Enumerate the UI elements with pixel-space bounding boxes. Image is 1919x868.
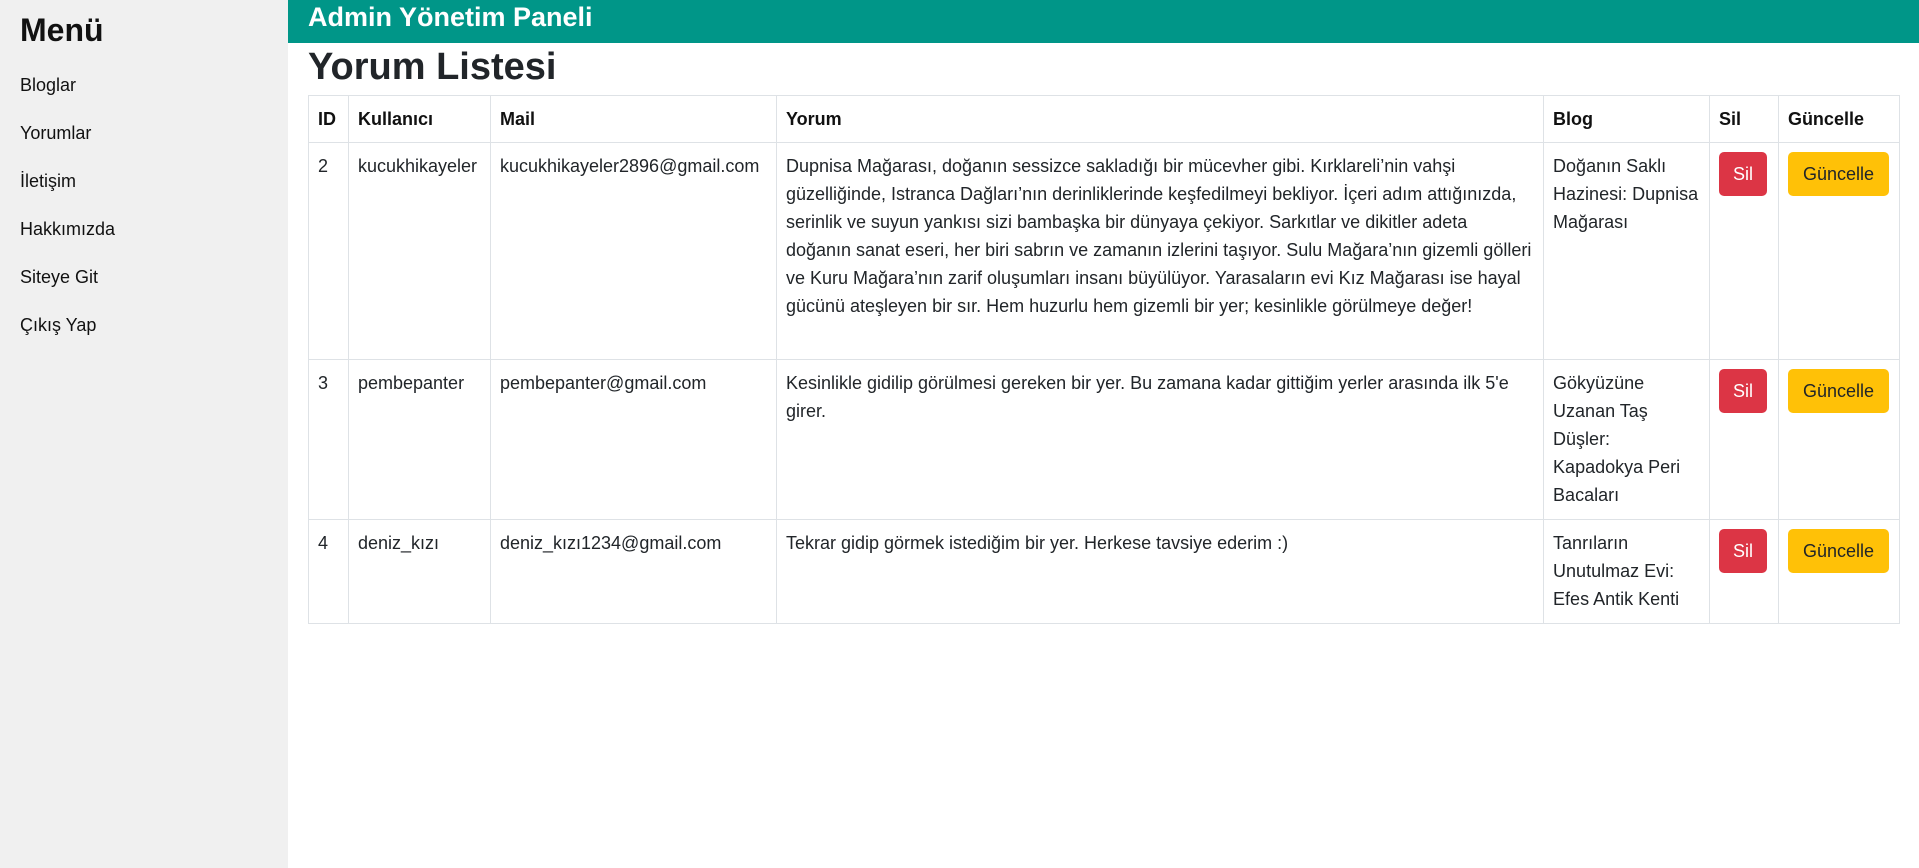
cell-delete: Sil bbox=[1708, 519, 1779, 624]
delete-button[interactable]: Sil bbox=[1718, 529, 1767, 573]
cell-blog: Tanrıların Unutulmaz Evi: Efes Antik Ken… bbox=[1543, 519, 1710, 624]
main-content: Yorum Listesi ID Kullanıcı Mail Yorum Bl… bbox=[308, 43, 1901, 624]
cell-delete: Sil bbox=[1708, 142, 1779, 360]
sidebar-item-siteye-git[interactable]: Siteye Git bbox=[20, 267, 268, 315]
cell-id: 2 bbox=[308, 142, 349, 360]
cell-comment: Tekrar gidip görmek istediğim bir yer. H… bbox=[775, 519, 1545, 624]
cell-delete: Sil bbox=[1708, 359, 1779, 520]
sidebar-menu: Bloglar Yorumlar İletişim Hakkımızda Sit… bbox=[20, 75, 268, 363]
sidebar-title: Menü bbox=[20, 12, 104, 48]
comments-table: ID Kullanıcı Mail Yorum Blog Sil Güncell… bbox=[308, 95, 1901, 624]
cell-mail: pembepanter@gmail.com bbox=[489, 359, 777, 520]
cell-comment: Kesinlikle gidilip görülmesi gereken bir… bbox=[775, 359, 1545, 520]
column-header-blog: Blog bbox=[1543, 95, 1710, 143]
header-bar: Admin Yönetim Paneli bbox=[288, 0, 1919, 43]
table-header-row: ID Kullanıcı Mail Yorum Blog Sil Güncell… bbox=[308, 95, 1901, 143]
cell-update: Güncelle bbox=[1777, 519, 1901, 624]
cell-blog: Gökyüzüne Uzanan Taş Düşler: Kapadokya P… bbox=[1543, 359, 1710, 520]
column-header-mail: Mail bbox=[489, 95, 777, 143]
column-header-id: ID bbox=[308, 95, 349, 143]
cell-mail: deniz_kızı1234@gmail.com bbox=[489, 519, 777, 624]
sidebar-item-yorumlar[interactable]: Yorumlar bbox=[20, 123, 268, 171]
sidebar-item-hakkimizda[interactable]: Hakkımızda bbox=[20, 219, 268, 267]
table-row: 2 kucukhikayeler kucukhikayeler2896@gmai… bbox=[308, 142, 1901, 360]
sidebar-item-bloglar[interactable]: Bloglar bbox=[20, 75, 268, 123]
delete-button[interactable]: Sil bbox=[1718, 152, 1767, 196]
page-title: Yorum Listesi bbox=[308, 46, 557, 88]
cell-user: pembepanter bbox=[347, 359, 491, 520]
sidebar: Menü Bloglar Yorumlar İletişim Hakkımızd… bbox=[0, 0, 288, 868]
cell-mail: kucukhikayeler2896@gmail.com bbox=[489, 142, 777, 360]
update-button[interactable]: Güncelle bbox=[1787, 152, 1889, 196]
cell-user: deniz_kızı bbox=[347, 519, 491, 624]
delete-button[interactable]: Sil bbox=[1718, 369, 1767, 413]
cell-id: 3 bbox=[308, 359, 349, 520]
column-header-user: Kullanıcı bbox=[347, 95, 491, 143]
update-button[interactable]: Güncelle bbox=[1787, 369, 1889, 413]
update-button[interactable]: Güncelle bbox=[1787, 529, 1889, 573]
column-header-delete: Sil bbox=[1708, 95, 1779, 143]
cell-update: Güncelle bbox=[1777, 359, 1901, 520]
cell-update: Güncelle bbox=[1777, 142, 1901, 360]
column-header-comment: Yorum bbox=[775, 95, 1545, 143]
cell-comment: Dupnisa Mağarası, doğanın sessizce sakla… bbox=[775, 142, 1545, 360]
sidebar-item-iletisim[interactable]: İletişim bbox=[20, 171, 268, 219]
cell-id: 4 bbox=[308, 519, 349, 624]
header-title: Admin Yönetim Paneli bbox=[308, 2, 593, 32]
cell-user: kucukhikayeler bbox=[347, 142, 491, 360]
column-header-update: Güncelle bbox=[1777, 95, 1901, 143]
sidebar-item-cikis-yap[interactable]: Çıkış Yap bbox=[20, 315, 268, 363]
table-row: 3 pembepanter pembepanter@gmail.com Kesi… bbox=[308, 359, 1901, 520]
cell-blog: Doğanın Saklı Hazinesi: Dupnisa Mağarası bbox=[1543, 142, 1710, 360]
table-row: 4 deniz_kızı deniz_kızı1234@gmail.com Te… bbox=[308, 519, 1901, 624]
